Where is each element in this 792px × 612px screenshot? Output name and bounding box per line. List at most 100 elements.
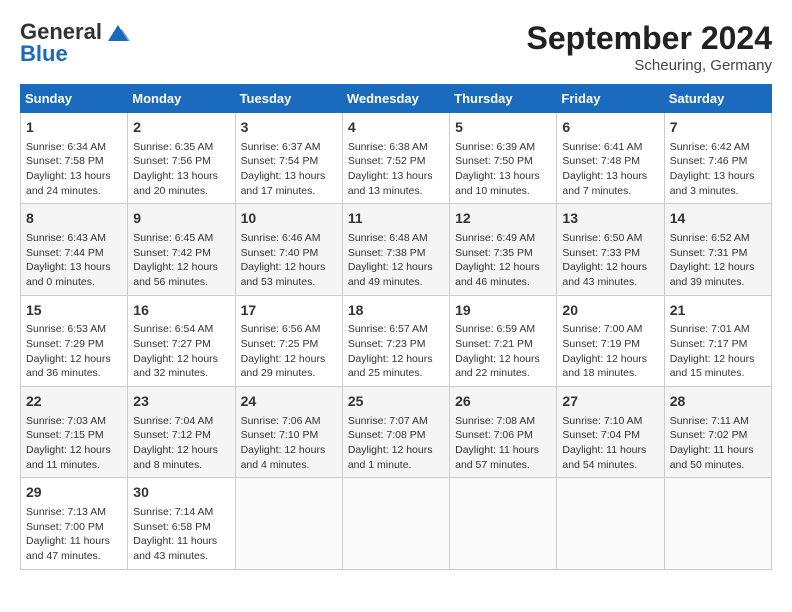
cell-details: Sunrise: 7:00 AM Sunset: 7:19 PM Dayligh… <box>562 322 658 381</box>
calendar-cell: 9Sunrise: 6:45 AM Sunset: 7:42 PM Daylig… <box>128 204 235 295</box>
calendar-cell: 12Sunrise: 6:49 AM Sunset: 7:35 PM Dayli… <box>450 204 557 295</box>
calendar-table: SundayMondayTuesdayWednesdayThursdayFrid… <box>20 84 772 570</box>
calendar-cell: 26Sunrise: 7:08 AM Sunset: 7:06 PM Dayli… <box>450 387 557 478</box>
calendar-header-row: SundayMondayTuesdayWednesdayThursdayFrid… <box>21 85 772 113</box>
day-number: 30 <box>133 483 229 503</box>
day-number: 21 <box>670 301 766 321</box>
day-number: 4 <box>348 118 444 138</box>
day-number: 12 <box>455 209 551 229</box>
day-number: 24 <box>241 392 337 412</box>
logo-blue: Blue <box>20 42 132 66</box>
calendar-cell <box>235 478 342 569</box>
logo: General Blue <box>20 20 132 66</box>
calendar-cell: 15Sunrise: 6:53 AM Sunset: 7:29 PM Dayli… <box>21 295 128 386</box>
day-number: 7 <box>670 118 766 138</box>
cell-details: Sunrise: 7:10 AM Sunset: 7:04 PM Dayligh… <box>562 414 658 473</box>
calendar-cell: 29Sunrise: 7:13 AM Sunset: 7:00 PM Dayli… <box>21 478 128 569</box>
day-number: 27 <box>562 392 658 412</box>
day-number: 11 <box>348 209 444 229</box>
col-header-thursday: Thursday <box>450 85 557 113</box>
day-number: 5 <box>455 118 551 138</box>
calendar-cell: 24Sunrise: 7:06 AM Sunset: 7:10 PM Dayli… <box>235 387 342 478</box>
calendar-cell: 16Sunrise: 6:54 AM Sunset: 7:27 PM Dayli… <box>128 295 235 386</box>
col-header-sunday: Sunday <box>21 85 128 113</box>
calendar-cell: 7Sunrise: 6:42 AM Sunset: 7:46 PM Daylig… <box>664 113 771 204</box>
cell-details: Sunrise: 7:01 AM Sunset: 7:17 PM Dayligh… <box>670 322 766 381</box>
day-number: 23 <box>133 392 229 412</box>
cell-details: Sunrise: 6:41 AM Sunset: 7:48 PM Dayligh… <box>562 140 658 199</box>
calendar-week-row: 8Sunrise: 6:43 AM Sunset: 7:44 PM Daylig… <box>21 204 772 295</box>
calendar-cell <box>342 478 449 569</box>
cell-details: Sunrise: 6:56 AM Sunset: 7:25 PM Dayligh… <box>241 322 337 381</box>
col-header-monday: Monday <box>128 85 235 113</box>
cell-details: Sunrise: 6:49 AM Sunset: 7:35 PM Dayligh… <box>455 231 551 290</box>
header: General Blue September 2024 Scheuring, G… <box>20 20 772 74</box>
day-number: 14 <box>670 209 766 229</box>
day-number: 1 <box>26 118 122 138</box>
cell-details: Sunrise: 6:52 AM Sunset: 7:31 PM Dayligh… <box>670 231 766 290</box>
cell-details: Sunrise: 6:48 AM Sunset: 7:38 PM Dayligh… <box>348 231 444 290</box>
location-subtitle: Scheuring, Germany <box>527 57 772 74</box>
day-number: 3 <box>241 118 337 138</box>
cell-details: Sunrise: 6:50 AM Sunset: 7:33 PM Dayligh… <box>562 231 658 290</box>
day-number: 2 <box>133 118 229 138</box>
calendar-week-row: 1Sunrise: 6:34 AM Sunset: 7:58 PM Daylig… <box>21 113 772 204</box>
cell-details: Sunrise: 6:35 AM Sunset: 7:56 PM Dayligh… <box>133 140 229 199</box>
cell-details: Sunrise: 6:39 AM Sunset: 7:50 PM Dayligh… <box>455 140 551 199</box>
calendar-cell <box>557 478 664 569</box>
calendar-cell: 28Sunrise: 7:11 AM Sunset: 7:02 PM Dayli… <box>664 387 771 478</box>
calendar-cell: 11Sunrise: 6:48 AM Sunset: 7:38 PM Dayli… <box>342 204 449 295</box>
calendar-week-row: 15Sunrise: 6:53 AM Sunset: 7:29 PM Dayli… <box>21 295 772 386</box>
day-number: 9 <box>133 209 229 229</box>
cell-details: Sunrise: 7:08 AM Sunset: 7:06 PM Dayligh… <box>455 414 551 473</box>
calendar-cell <box>450 478 557 569</box>
day-number: 22 <box>26 392 122 412</box>
cell-details: Sunrise: 6:59 AM Sunset: 7:21 PM Dayligh… <box>455 322 551 381</box>
calendar-cell: 13Sunrise: 6:50 AM Sunset: 7:33 PM Dayli… <box>557 204 664 295</box>
cell-details: Sunrise: 7:13 AM Sunset: 7:00 PM Dayligh… <box>26 505 122 564</box>
cell-details: Sunrise: 6:53 AM Sunset: 7:29 PM Dayligh… <box>26 322 122 381</box>
day-number: 20 <box>562 301 658 321</box>
cell-details: Sunrise: 6:38 AM Sunset: 7:52 PM Dayligh… <box>348 140 444 199</box>
month-title: September 2024 <box>527 20 772 57</box>
calendar-cell: 4Sunrise: 6:38 AM Sunset: 7:52 PM Daylig… <box>342 113 449 204</box>
day-number: 17 <box>241 301 337 321</box>
day-number: 25 <box>348 392 444 412</box>
calendar-cell: 19Sunrise: 6:59 AM Sunset: 7:21 PM Dayli… <box>450 295 557 386</box>
col-header-wednesday: Wednesday <box>342 85 449 113</box>
day-number: 13 <box>562 209 658 229</box>
calendar-cell: 10Sunrise: 6:46 AM Sunset: 7:40 PM Dayli… <box>235 204 342 295</box>
calendar-cell: 8Sunrise: 6:43 AM Sunset: 7:44 PM Daylig… <box>21 204 128 295</box>
cell-details: Sunrise: 6:46 AM Sunset: 7:40 PM Dayligh… <box>241 231 337 290</box>
col-header-saturday: Saturday <box>664 85 771 113</box>
calendar-week-row: 29Sunrise: 7:13 AM Sunset: 7:00 PM Dayli… <box>21 478 772 569</box>
cell-details: Sunrise: 7:04 AM Sunset: 7:12 PM Dayligh… <box>133 414 229 473</box>
day-number: 16 <box>133 301 229 321</box>
calendar-cell: 25Sunrise: 7:07 AM Sunset: 7:08 PM Dayli… <box>342 387 449 478</box>
cell-details: Sunrise: 6:45 AM Sunset: 7:42 PM Dayligh… <box>133 231 229 290</box>
calendar-cell: 5Sunrise: 6:39 AM Sunset: 7:50 PM Daylig… <box>450 113 557 204</box>
day-number: 15 <box>26 301 122 321</box>
calendar-cell: 18Sunrise: 6:57 AM Sunset: 7:23 PM Dayli… <box>342 295 449 386</box>
day-number: 26 <box>455 392 551 412</box>
calendar-cell: 22Sunrise: 7:03 AM Sunset: 7:15 PM Dayli… <box>21 387 128 478</box>
day-number: 19 <box>455 301 551 321</box>
cell-details: Sunrise: 7:07 AM Sunset: 7:08 PM Dayligh… <box>348 414 444 473</box>
calendar-cell: 14Sunrise: 6:52 AM Sunset: 7:31 PM Dayli… <box>664 204 771 295</box>
day-number: 8 <box>26 209 122 229</box>
calendar-cell: 20Sunrise: 7:00 AM Sunset: 7:19 PM Dayli… <box>557 295 664 386</box>
calendar-cell: 1Sunrise: 6:34 AM Sunset: 7:58 PM Daylig… <box>21 113 128 204</box>
calendar-cell: 3Sunrise: 6:37 AM Sunset: 7:54 PM Daylig… <box>235 113 342 204</box>
calendar-cell: 2Sunrise: 6:35 AM Sunset: 7:56 PM Daylig… <box>128 113 235 204</box>
calendar-cell: 17Sunrise: 6:56 AM Sunset: 7:25 PM Dayli… <box>235 295 342 386</box>
day-number: 10 <box>241 209 337 229</box>
calendar-cell: 23Sunrise: 7:04 AM Sunset: 7:12 PM Dayli… <box>128 387 235 478</box>
cell-details: Sunrise: 7:11 AM Sunset: 7:02 PM Dayligh… <box>670 414 766 473</box>
cell-details: Sunrise: 6:54 AM Sunset: 7:27 PM Dayligh… <box>133 322 229 381</box>
calendar-cell: 6Sunrise: 6:41 AM Sunset: 7:48 PM Daylig… <box>557 113 664 204</box>
day-number: 28 <box>670 392 766 412</box>
calendar-cell: 21Sunrise: 7:01 AM Sunset: 7:17 PM Dayli… <box>664 295 771 386</box>
cell-details: Sunrise: 7:03 AM Sunset: 7:15 PM Dayligh… <box>26 414 122 473</box>
cell-details: Sunrise: 6:57 AM Sunset: 7:23 PM Dayligh… <box>348 322 444 381</box>
logo-icon <box>104 23 132 43</box>
